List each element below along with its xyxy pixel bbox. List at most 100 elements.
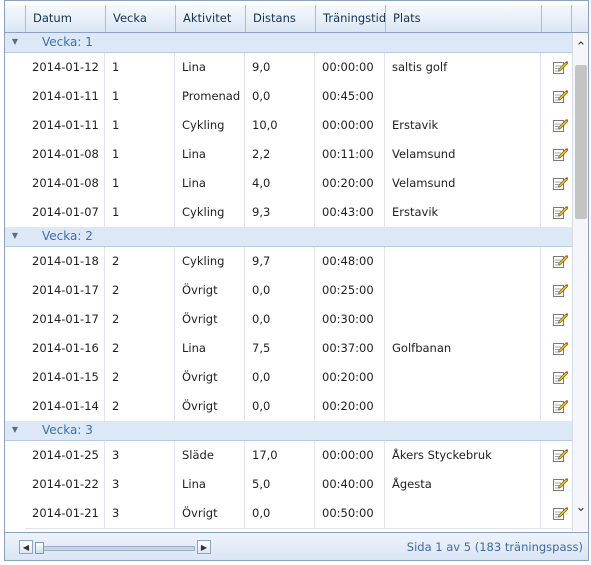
cell-vecka: 2 [105, 305, 175, 334]
cell-datum: 2014-01-17 [25, 305, 105, 334]
cell-datum: 2014-01-25 [25, 441, 105, 470]
cell-distans: 7,5 [245, 334, 315, 363]
header-plats[interactable]: Plats [386, 5, 542, 32]
table-row[interactable]: 2014-01-25 3 Släde 17,0 00:00:00 Åkers Stycke… [25, 441, 572, 471]
scroll-up-icon[interactable]: ⌃ [573, 39, 588, 57]
pager-slider-handle[interactable] [35, 542, 44, 554]
cell-vecka: 1 [105, 198, 175, 227]
scroll-down-icon[interactable]: ⌄ [573, 499, 588, 517]
row-indent [5, 305, 25, 334]
cell-vecka: 2 [105, 363, 175, 392]
cell-distans: 2,2 [245, 140, 315, 169]
cell-plats: Velamsund [385, 169, 541, 198]
cell-distans: 9,7 [245, 247, 315, 276]
cell-aktivitet: Cykling [175, 198, 245, 227]
edit-icon[interactable] [552, 311, 569, 327]
header-aktivitet[interactable]: Aktivitet [176, 5, 246, 32]
cell-vecka: 2 [105, 334, 175, 363]
row-indent [5, 499, 25, 528]
edit-icon[interactable] [552, 398, 569, 414]
table-row[interactable]: 2014-01-15 2 Övrigt 0,0 00:20:00 [25, 363, 572, 393]
pager-slider-track[interactable] [37, 546, 195, 551]
cell-plats: saltis golf [385, 53, 541, 82]
group-header[interactable]: ▼ Vecka: 1 [5, 33, 572, 53]
edit-icon[interactable] [552, 59, 569, 75]
cell-plats [385, 247, 541, 276]
row-indent [5, 247, 25, 276]
edit-icon[interactable] [552, 253, 569, 269]
table-row[interactable]: 2014-01-18 2 Cykling 9,7 00:48:00 [25, 247, 572, 277]
cell-distans: 4,0 [245, 169, 315, 198]
cell-aktivitet: Övrigt [175, 499, 245, 528]
table-row[interactable]: 2014-01-21 3 Övrigt 0,0 00:50:00 [25, 499, 572, 529]
cell-aktivitet: Cykling [175, 247, 245, 276]
cell-plats: Velamsund [385, 140, 541, 169]
row-indent [5, 363, 25, 392]
edit-icon[interactable] [552, 476, 569, 492]
row-indent [5, 111, 25, 140]
header-datum[interactable]: Datum [26, 5, 106, 32]
header-traningstid[interactable]: Träningstid [316, 5, 386, 32]
vertical-scrollbar[interactable]: ⌃ ⌄ [572, 33, 588, 531]
cell-datum: 2014-01-21 [25, 499, 105, 528]
cell-datum: 2014-01-11 [25, 111, 105, 140]
header-vecka[interactable]: Vecka [106, 5, 176, 32]
header-distans[interactable]: Distans [246, 5, 316, 32]
cell-distans: 0,0 [245, 363, 315, 392]
group-header[interactable]: ▼ Vecka: 2 [5, 227, 572, 247]
cell-traningstid: 00:11:00 [315, 140, 385, 169]
cell-traningstid: 00:50:00 [315, 499, 385, 528]
table-row[interactable]: 2014-01-17 2 Övrigt 0,0 00:25:00 [25, 276, 572, 306]
collapse-group-icon[interactable]: ▼ [9, 424, 21, 436]
pager-prev-icon[interactable]: ◀ [19, 540, 33, 554]
edit-icon[interactable] [552, 175, 569, 191]
table-row[interactable]: 2014-01-08 1 Lina 4,0 00:20:00 Velamsund [25, 169, 572, 199]
cell-plats: Åkers Styckebruk [385, 441, 541, 470]
pager-next-icon[interactable]: ▶ [197, 540, 211, 554]
cell-distans: 9,3 [245, 198, 315, 227]
collapse-group-icon[interactable]: ▼ [9, 230, 21, 242]
cell-datum: 2014-01-12 [25, 53, 105, 82]
edit-icon[interactable] [552, 447, 569, 463]
edit-icon[interactable] [552, 117, 569, 133]
table-row[interactable]: 2014-01-22 3 Lina 5,0 00:40:00 Ågesta [25, 470, 572, 500]
cell-vecka: 1 [105, 53, 175, 82]
edit-icon[interactable] [552, 340, 569, 356]
cell-plats [385, 305, 541, 334]
edit-icon[interactable] [552, 282, 569, 298]
cell-distans: 0,0 [245, 82, 315, 111]
cell-aktivitet: Övrigt [175, 305, 245, 334]
table-row[interactable]: 2014-01-08 1 Lina 2,2 00:11:00 Velamsund [25, 140, 572, 170]
group-label: Vecka: 1 [42, 35, 93, 49]
grid-header: Datum Vecka Aktivitet Distans Träningsti… [5, 5, 588, 33]
table-row[interactable]: 2014-01-14 2 Övrigt 0,0 00:20:00 [25, 392, 572, 422]
cell-aktivitet: Promenad [175, 82, 245, 111]
cell-distans: 10,0 [245, 111, 315, 140]
cell-aktivitet: Lina [175, 169, 245, 198]
table-row[interactable]: 2014-01-16 2 Lina 7,5 00:37:00 Golfbanan [25, 334, 572, 364]
edit-icon[interactable] [552, 505, 569, 521]
scroll-thumb[interactable] [575, 65, 587, 219]
pager: ◀ ▶ Sida 1 av 5 (183 träningspass) [5, 532, 588, 560]
row-indent [5, 392, 25, 421]
edit-icon[interactable] [552, 369, 569, 385]
edit-icon[interactable] [552, 88, 569, 104]
cell-plats: Golfbanan [385, 334, 541, 363]
table-row[interactable]: 2014-01-17 2 Övrigt 0,0 00:30:00 [25, 305, 572, 335]
cell-aktivitet: Övrigt [175, 392, 245, 421]
edit-icon[interactable] [552, 146, 569, 162]
row-indent [5, 82, 25, 111]
cell-traningstid: 00:25:00 [315, 276, 385, 305]
cell-distans: 0,0 [245, 392, 315, 421]
table-row[interactable]: 2014-01-07 1 Cykling 9,3 00:43:00 Erstavik [25, 198, 572, 228]
table-row[interactable]: 2014-01-12 1 Lina 9,0 00:00:00 saltis golf [25, 53, 572, 83]
row-indent [5, 140, 25, 169]
cell-vecka: 1 [105, 82, 175, 111]
table-row[interactable]: 2014-01-11 1 Promenad 0,0 00:45:00 [25, 82, 572, 112]
cell-aktivitet: Övrigt [175, 276, 245, 305]
edit-icon[interactable] [552, 204, 569, 220]
group-header[interactable]: ▼ Vecka: 3 [5, 421, 572, 441]
collapse-group-icon[interactable]: ▼ [9, 36, 21, 48]
table-row[interactable]: 2014-01-11 1 Cykling 10,0 00:00:00 Erstavik [25, 111, 572, 141]
cell-aktivitet: Lina [175, 334, 245, 363]
